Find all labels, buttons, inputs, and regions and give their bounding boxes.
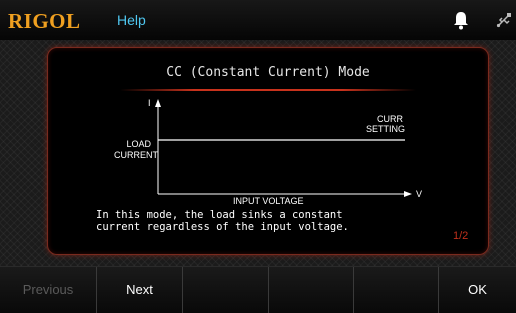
- next-button[interactable]: Next: [97, 267, 183, 313]
- load-current-label: LOAD: [126, 139, 151, 149]
- y-axis-arrow: [155, 99, 161, 107]
- softkey-empty-3[interactable]: [183, 267, 269, 313]
- top-bar: RIGOL Help: [0, 0, 516, 41]
- curr-setting-label: CURR: [377, 114, 403, 124]
- description-line: In this mode, the load sinks a constant: [96, 209, 343, 221]
- ok-button[interactable]: OK: [439, 267, 516, 313]
- usb-icon: [496, 13, 511, 28]
- mode-description: In this mode, the load sinks a constant …: [96, 209, 426, 233]
- app-title: Help: [117, 12, 146, 28]
- screen-area: CC (Constant Current) Mode I LOAD CURREN…: [0, 40, 516, 266]
- load-current-label: CURRENT: [114, 150, 159, 160]
- x-axis-unit: V: [416, 189, 422, 199]
- previous-button[interactable]: Previous: [0, 267, 97, 313]
- x-axis-label: INPUT VOLTAGE: [233, 196, 304, 206]
- softkey-empty-5[interactable]: [354, 267, 439, 313]
- softkey-bar: Previous Next OK: [0, 266, 516, 313]
- brand-logo: RIGOL: [8, 9, 81, 33]
- curr-setting-label: SETTING: [366, 124, 405, 134]
- softkey-empty-4[interactable]: [269, 267, 354, 313]
- help-dialog: CC (Constant Current) Mode I LOAD CURREN…: [47, 47, 489, 255]
- y-axis-label: I: [148, 98, 151, 108]
- x-axis-arrow: [404, 191, 412, 197]
- description-line: current regardless of the input voltage.: [96, 221, 349, 233]
- page-indicator: 1/2: [453, 230, 469, 242]
- bell-icon[interactable]: [452, 10, 470, 30]
